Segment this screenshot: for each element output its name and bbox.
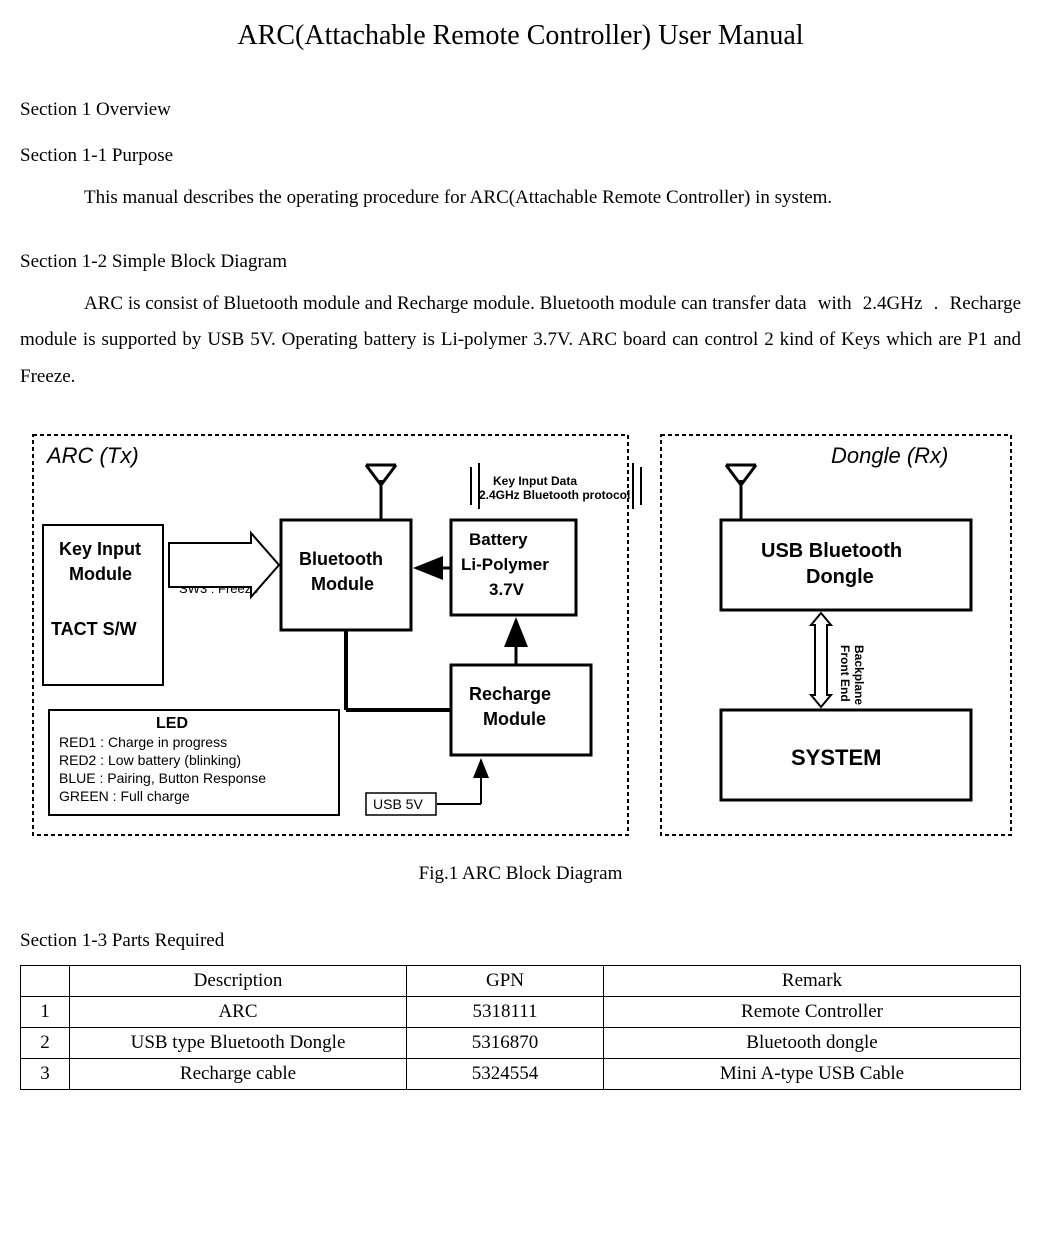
table-header-row: Description GPN Remark (21, 965, 1021, 996)
led-red1: RED1 : Charge in progress (59, 734, 227, 750)
led-red2: RED2 : Low battery (blinking) (59, 752, 241, 768)
bt-l1: Bluetooth (299, 549, 383, 569)
bat-l3: 3.7V (489, 580, 525, 599)
cell-idx: 3 (21, 1058, 70, 1089)
backplane-l1: Front End (838, 645, 852, 702)
section-1-2-body: ARC is consist of Bluetooth module and R… (20, 286, 1021, 394)
led-blue: BLUE : Pairing, Button Response (59, 770, 266, 786)
bt-l2: Module (311, 574, 374, 594)
cell-desc: USB type Bluetooth Dongle (70, 1027, 407, 1058)
cell-gpn: 5324554 (407, 1058, 604, 1089)
bat-l2: Li-Polymer (461, 555, 549, 574)
arc-tx-label: ARC (Tx) (45, 443, 139, 468)
th-gpn: GPN (407, 965, 604, 996)
section-1-2-heading: Section 1-2 Simple Block Diagram (20, 244, 1021, 280)
th-rem: Remark (604, 965, 1021, 996)
table-row: 2 USB type Bluetooth Dongle 5316870 Blue… (21, 1027, 1021, 1058)
bat-l1: Battery (469, 530, 528, 549)
key-input-l1: Key Input (59, 539, 141, 559)
rf-l2: 2.4GHz Bluetooth protocol (479, 488, 630, 502)
cell-gpn: 5316870 (407, 1027, 604, 1058)
led-title: LED (156, 715, 188, 732)
cell-rem: Mini A-type USB Cable (604, 1058, 1021, 1089)
table-row: 1 ARC 5318111 Remote Controller (21, 996, 1021, 1027)
section-1-1-heading: Section 1-1 Purpose (20, 138, 1021, 174)
section-1-1-body: This manual describes the operating proc… (84, 180, 1021, 216)
cell-rem: Bluetooth dongle (604, 1027, 1021, 1058)
parts-table: Description GPN Remark 1 ARC 5318111 Rem… (20, 965, 1021, 1090)
page-title: ARC(Attachable Remote Controller) User M… (20, 20, 1021, 52)
th-idx (21, 965, 70, 996)
block-diagram-figure: ARC (Tx) Dongle (Rx) Key Input Module TA… (20, 425, 1021, 885)
section-1-2-body-line1: ARC is consist of Bluetooth module and R… (20, 286, 807, 322)
cell-idx: 2 (21, 1027, 70, 1058)
dongle-l2: Dongle (806, 566, 874, 588)
cell-gpn: 5318111 (407, 996, 604, 1027)
th-desc: Description (70, 965, 407, 996)
rech-l1: Recharge (469, 684, 551, 704)
tact-sw: TACT S/W (51, 619, 137, 639)
cell-rem: Remote Controller (604, 996, 1021, 1027)
key-input-l2: Module (69, 564, 132, 584)
section-1-heading: Section 1 Overview (20, 92, 1021, 128)
section-1-3-heading: Section 1-3 Parts Required (20, 923, 1021, 959)
dongle-rx-label: Dongle (Rx) (831, 443, 948, 468)
cell-desc: Recharge cable (70, 1058, 407, 1089)
system-label: SYSTEM (791, 745, 881, 770)
dongle-l1: USB Bluetooth (761, 540, 902, 562)
usb5v-label: USB 5V (373, 796, 423, 812)
cell-idx: 1 (21, 996, 70, 1027)
led-green: GREEN : Full charge (59, 788, 190, 804)
arc-block-diagram: ARC (Tx) Dongle (Rx) Key Input Module TA… (21, 425, 1021, 855)
backplane-l2: Backplane (852, 645, 866, 705)
rech-l2: Module (483, 709, 546, 729)
cell-desc: ARC (70, 996, 407, 1027)
figure-caption: Fig.1 ARC Block Diagram (20, 863, 1021, 885)
table-row: 3 Recharge cable 5324554 Mini A-type USB… (21, 1058, 1021, 1089)
rf-l1: Key Input Data (493, 474, 577, 488)
